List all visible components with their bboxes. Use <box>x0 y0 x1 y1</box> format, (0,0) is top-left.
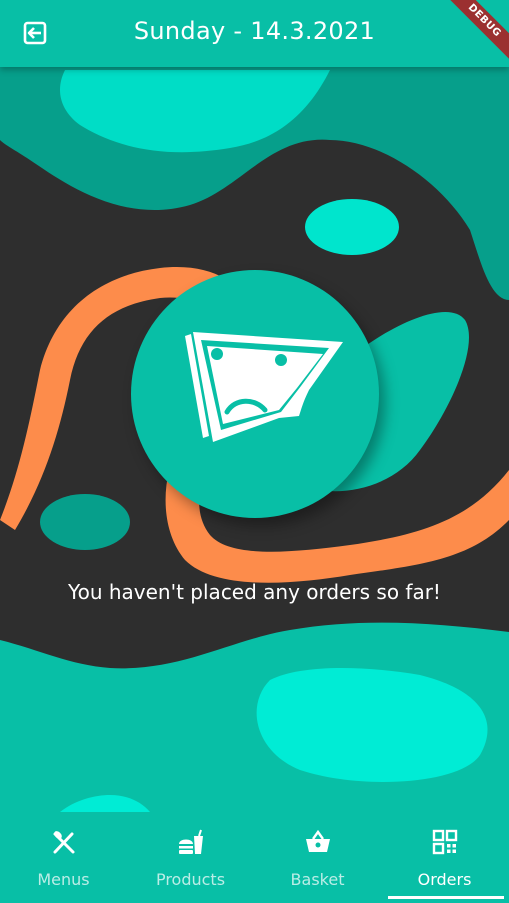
nav-label-basket: Basket <box>290 870 345 889</box>
burger-drink-icon <box>177 828 205 856</box>
nav-label-menus: Menus <box>37 870 90 889</box>
nav-label-orders: Orders <box>417 870 472 889</box>
active-tab-indicator <box>388 896 504 899</box>
nav-item-orders[interactable]: Orders <box>381 812 508 903</box>
qr-code-icon <box>431 828 459 856</box>
nav-label-products: Products <box>155 870 226 889</box>
bottom-navigation: Menus Products Basket Orders <box>0 812 509 903</box>
sad-ticket-icon <box>185 332 343 442</box>
app-bar: Sunday - 14.3.2021 <box>0 0 509 67</box>
nav-item-products[interactable]: Products <box>127 812 254 903</box>
empty-orders-message: You haven't placed any orders so far! <box>68 580 441 604</box>
empty-state-illustration <box>131 270 379 518</box>
nav-item-basket[interactable]: Basket <box>254 812 381 903</box>
fork-knife-icon <box>50 828 78 856</box>
nav-item-menus[interactable]: Menus <box>0 812 127 903</box>
basket-icon <box>304 828 332 856</box>
page-title: Sunday - 14.3.2021 <box>133 17 376 45</box>
